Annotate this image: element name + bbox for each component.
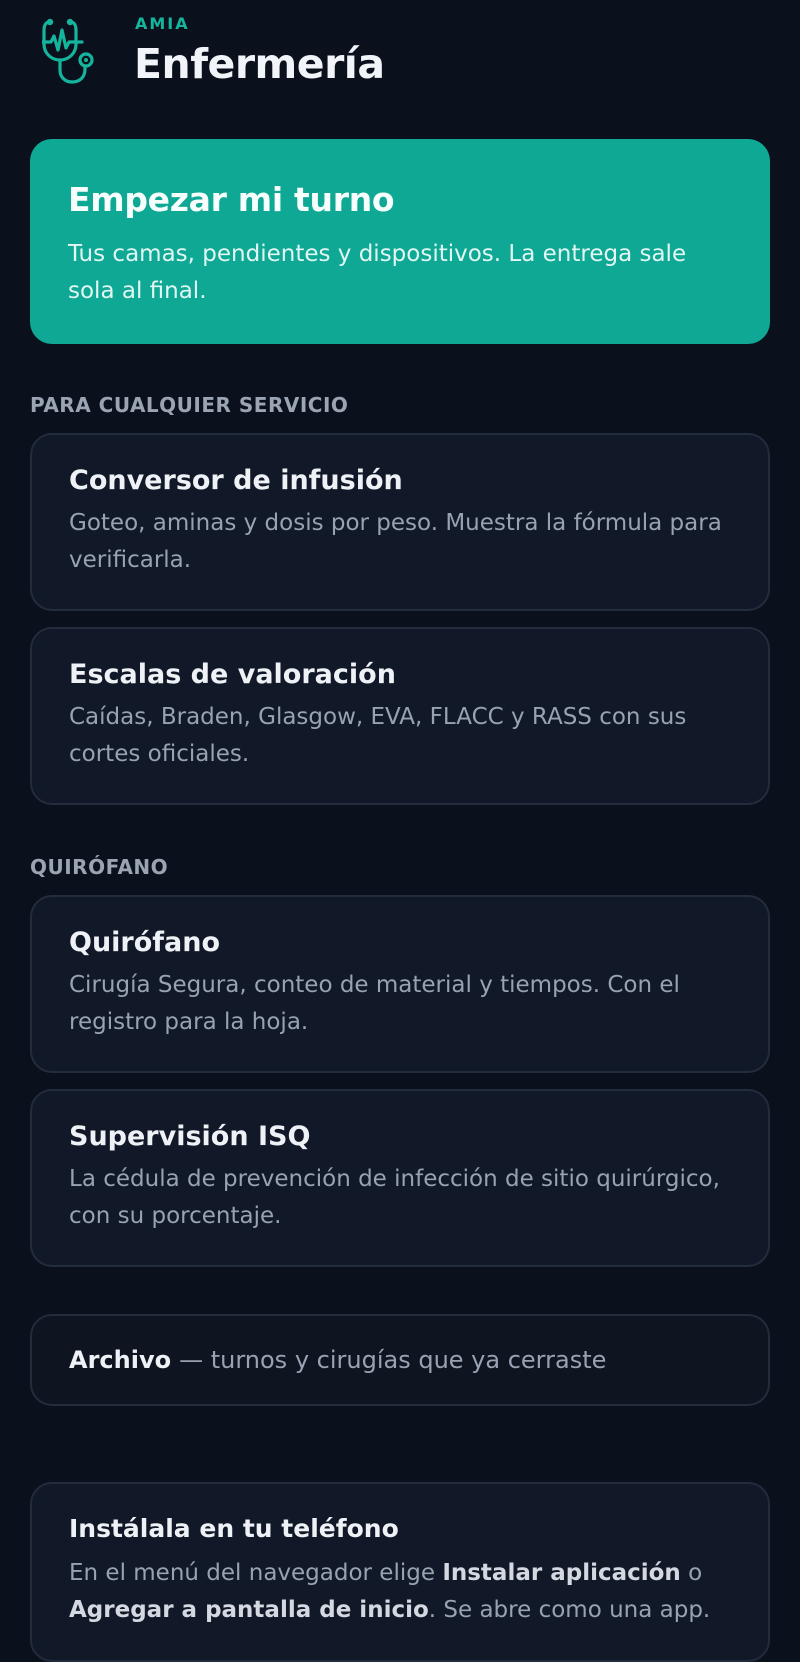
install-instructions: En el menú del navegador elige Instalar … <box>69 1555 731 1629</box>
assessment-scales-card[interactable]: Escalas de valoración Caídas, Braden, Gl… <box>30 627 770 805</box>
install-text-or: o <box>680 1560 703 1586</box>
card-description: Cirugía Segura, conteo de material y tie… <box>69 972 680 1035</box>
app-header: AMIA Enfermería <box>30 0 770 110</box>
card-title: Supervisión ISQ <box>69 1121 311 1152</box>
start-shift-subtitle: Tus camas, pendientes y dispositivos. La… <box>68 241 687 304</box>
page-title: Enfermería <box>134 40 385 88</box>
operating-room-card[interactable]: Quirófano Cirugía Segura, conteo de mate… <box>30 895 770 1073</box>
card-title: Conversor de infusión <box>69 465 403 496</box>
archive-title: Archivo <box>69 1346 172 1374</box>
archive-button[interactable]: Archivo — turnos y cirugías que ya cerra… <box>30 1314 770 1406</box>
section-label-general: PARA CUALQUIER SERVICIO <box>30 393 349 417</box>
install-app-card: Instálala en tu teléfono En el menú del … <box>30 1482 770 1662</box>
card-description: Goteo, aminas y dosis por peso. Muestra … <box>69 510 722 573</box>
install-text-start: En el menú del navegador elige <box>69 1560 443 1586</box>
archive-description: — turnos y cirugías que ya cerraste <box>179 1346 607 1374</box>
section-label-operating-room: QUIRÓFANO <box>30 855 169 879</box>
install-option-add-home: Agregar a pantalla de inicio <box>69 1597 429 1623</box>
card-description: Caídas, Braden, Glasgow, EVA, FLACC y RA… <box>69 704 687 767</box>
card-title: Escalas de valoración <box>69 659 396 690</box>
start-shift-title: Empezar mi turno <box>68 180 395 219</box>
install-option-install-app: Instalar aplicación <box>442 1560 681 1586</box>
start-shift-button[interactable]: Empezar mi turno Tus camas, pendientes y… <box>30 139 770 344</box>
install-title: Instálala en tu teléfono <box>69 1514 399 1543</box>
install-text-end: . Se abre como una app. <box>428 1597 711 1623</box>
card-title: Quirófano <box>69 927 221 958</box>
card-description: La cédula de prevención de infección de … <box>69 1166 720 1229</box>
brand-label: AMIA <box>135 14 190 33</box>
stethoscope-heartbeat-icon <box>42 18 94 84</box>
infusion-converter-card[interactable]: Conversor de infusión Goteo, aminas y do… <box>30 433 770 611</box>
isq-supervision-card[interactable]: Supervisión ISQ La cédula de prevención … <box>30 1089 770 1267</box>
